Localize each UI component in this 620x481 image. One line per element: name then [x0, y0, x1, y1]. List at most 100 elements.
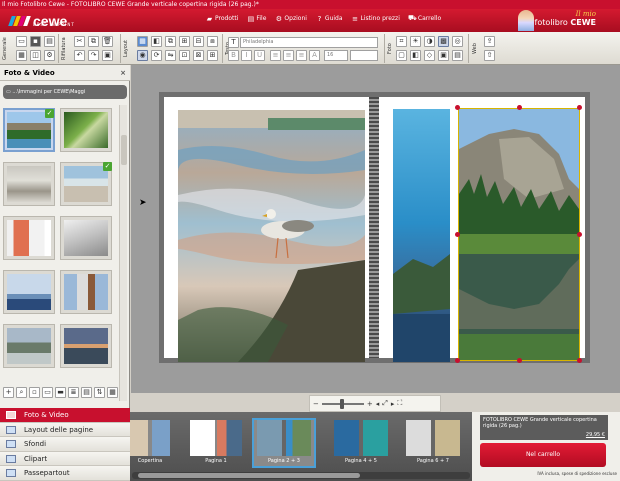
- flip-icon[interactable]: ⇋: [165, 50, 176, 61]
- resize-handle[interactable]: [577, 105, 582, 110]
- redo-icon[interactable]: ↷: [88, 50, 99, 61]
- menu-opzioni[interactable]: ⚙ Opzioni: [275, 15, 307, 23]
- shadow-icon[interactable]: ▤: [452, 50, 463, 61]
- rotate-icon[interactable]: ⟳: [151, 50, 162, 61]
- layer-icon[interactable]: ⧈: [207, 36, 218, 47]
- nav-sfondi[interactable]: Sfondi: [0, 437, 130, 452]
- align-icon[interactable]: ⊞: [179, 36, 190, 47]
- view-medium-icon[interactable]: ▭: [42, 387, 53, 398]
- redeye-icon[interactable]: ◎: [452, 36, 463, 47]
- menu-carrello[interactable]: ⛟ Carrello: [408, 14, 441, 22]
- font-size-dropdown[interactable]: [350, 50, 378, 61]
- page-right[interactable]: [379, 97, 585, 363]
- resize-handle[interactable]: [455, 232, 460, 237]
- print-icon[interactable]: ▦: [16, 50, 27, 61]
- filter-icon[interactable]: ▤: [81, 387, 92, 398]
- close-icon[interactable]: ×: [120, 65, 126, 81]
- crop-icon[interactable]: ⌗: [396, 36, 407, 47]
- resize-handle[interactable]: [577, 232, 582, 237]
- undo-icon[interactable]: ↶: [74, 50, 85, 61]
- font-family-select[interactable]: Philadelphia: [240, 37, 378, 48]
- photo-thumb[interactable]: [3, 216, 55, 260]
- page-thumb-pagina-1[interactable]: Pagina 1: [190, 420, 242, 466]
- resize-handle[interactable]: [517, 358, 522, 363]
- page-left[interactable]: [164, 97, 369, 362]
- frame-icon[interactable]: ▢: [396, 50, 407, 61]
- text-color-icon[interactable]: A: [309, 50, 320, 61]
- photo-thumb[interactable]: [60, 270, 112, 314]
- photo-thumb[interactable]: [60, 108, 112, 152]
- add-to-cart-button[interactable]: Nel carrello: [480, 443, 606, 467]
- ungroup-icon[interactable]: ⊞: [207, 50, 218, 61]
- preview-icon[interactable]: ◫: [30, 50, 41, 61]
- color-icon[interactable]: ◧: [410, 50, 421, 61]
- nav-passepartout[interactable]: Passepartout: [0, 466, 130, 481]
- zoom-slider[interactable]: [321, 398, 364, 409]
- menu-listino-prezzi[interactable]: ≡ Listino prezzi: [352, 15, 400, 23]
- zoom-in-icon[interactable]: +: [367, 400, 373, 408]
- align-right-icon[interactable]: ≡: [296, 50, 307, 61]
- resize-handle[interactable]: [517, 105, 522, 110]
- page-thumb-pagina-4-5[interactable]: Pagina 4 + 5: [334, 420, 388, 466]
- resize-handle[interactable]: [455, 105, 460, 110]
- resize-handle[interactable]: [455, 358, 460, 363]
- settings-icon[interactable]: ⚙: [44, 50, 55, 61]
- group-icon[interactable]: ⊠: [193, 50, 204, 61]
- align-center-icon[interactable]: ≡: [283, 50, 294, 61]
- editor-canvas[interactable]: ➤: [131, 65, 620, 393]
- add-photo-icon[interactable]: +: [3, 387, 14, 398]
- zoom-slider-knob[interactable]: [339, 398, 344, 409]
- save-icon[interactable]: ▪: [30, 36, 41, 47]
- prev-page-icon[interactable]: ◂: [376, 400, 380, 408]
- photo-thumb[interactable]: [60, 216, 112, 260]
- info-icon[interactable]: ▦: [107, 387, 118, 398]
- text-add-icon[interactable]: T: [228, 37, 239, 48]
- photo-thumb[interactable]: ✓: [3, 108, 55, 152]
- page-strip-scroll-thumb[interactable]: [138, 473, 360, 478]
- photo-thumb[interactable]: [60, 324, 112, 368]
- zoom-out-icon[interactable]: −: [313, 400, 319, 408]
- sharpen-icon[interactable]: ◇: [424, 50, 435, 61]
- next-page-icon[interactable]: ▸: [391, 400, 395, 408]
- copy-icon[interactable]: ⧉: [88, 36, 99, 47]
- view-large-icon[interactable]: ▬: [55, 387, 66, 398]
- new-icon[interactable]: ▭: [16, 36, 27, 47]
- page-thumb-pagina-6-7[interactable]: Pagina 6 + 7: [406, 420, 460, 466]
- search-photo-icon[interactable]: ⌕: [16, 387, 27, 398]
- view-small-icon[interactable]: ▫: [29, 387, 40, 398]
- folder-path-bar[interactable]: ▭ ...\Immagini per CEWE\Maggi: [3, 85, 127, 99]
- fullscreen-icon[interactable]: ⛶: [397, 399, 402, 408]
- sort-icon[interactable]: ⇅: [94, 387, 105, 398]
- cut-icon[interactable]: ✂: [74, 36, 85, 47]
- fit-page-icon[interactable]: ⤢: [382, 399, 388, 408]
- photo-effect-icon[interactable]: ▩: [438, 36, 449, 47]
- page-thumb-copertina[interactable]: Copertina: [130, 420, 170, 466]
- arrange-icon[interactable]: ⧉: [165, 36, 176, 47]
- page-strip-scrollbar[interactable]: [132, 472, 470, 479]
- distribute-icon[interactable]: ⊟: [193, 36, 204, 47]
- photo-thumb[interactable]: [3, 162, 55, 206]
- menu-prodotti[interactable]: ▰ Prodotti: [206, 15, 239, 23]
- brightness-icon[interactable]: ☀: [410, 36, 421, 47]
- nav-layout-pagine[interactable]: Layout delle pagine: [0, 422, 130, 437]
- font-size-input[interactable]: 16: [324, 50, 348, 61]
- lake-strip-photo[interactable]: [393, 109, 450, 362]
- photo-thumb[interactable]: [3, 324, 55, 368]
- nav-clipart[interactable]: Clipart: [0, 451, 130, 466]
- web-share-icon[interactable]: ⇪: [484, 36, 495, 47]
- contrast-icon[interactable]: ◑: [424, 36, 435, 47]
- italic-icon[interactable]: I: [241, 50, 252, 61]
- open-icon[interactable]: ▤: [44, 36, 55, 47]
- list-view-icon[interactable]: ≣: [68, 387, 79, 398]
- border-icon[interactable]: ▣: [438, 50, 449, 61]
- underline-icon[interactable]: U: [254, 50, 265, 61]
- yosemite-photo[interactable]: [458, 108, 580, 361]
- lock-icon[interactable]: ⊡: [179, 50, 190, 61]
- thumbnail-scrollbar[interactable]: [119, 105, 127, 401]
- photo-thumb[interactable]: [3, 270, 55, 314]
- record-icon[interactable]: ◉: [137, 50, 148, 61]
- paste-icon[interactable]: ▣: [102, 50, 113, 61]
- nav-foto-video[interactable]: Foto & Video: [0, 408, 130, 423]
- page-thumb-pagina-2-3[interactable]: Pagina 2 + 3: [252, 418, 316, 468]
- layout-split-icon[interactable]: ◧: [151, 36, 162, 47]
